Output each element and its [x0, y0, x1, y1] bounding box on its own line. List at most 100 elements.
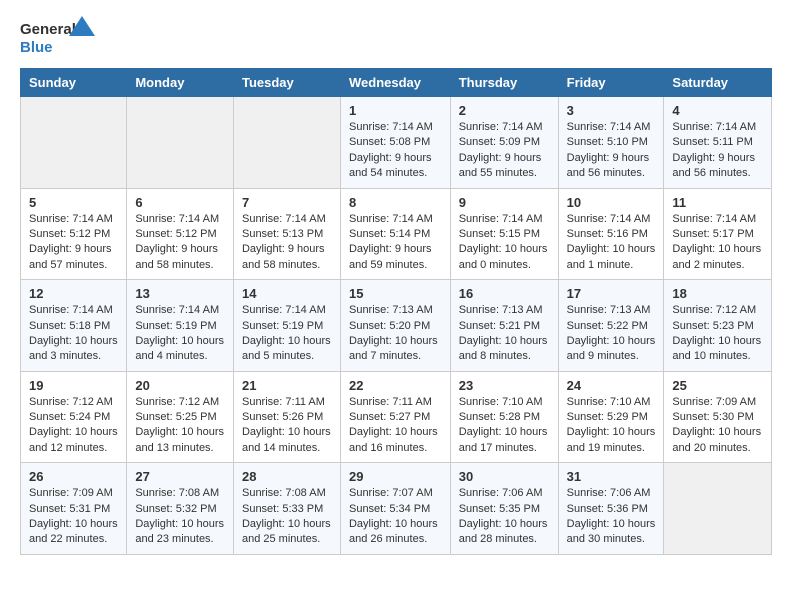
- day-cell: 31 Sunrise: 7:06 AMSunset: 5:36 PMDayligh…: [558, 463, 664, 555]
- day-info: Sunrise: 7:07 AMSunset: 5:34 PMDaylight:…: [349, 486, 442, 548]
- col-header-sunday: Sunday: [21, 69, 127, 97]
- day-number: 30: [459, 469, 550, 484]
- day-number: 16: [459, 286, 550, 301]
- day-info: Sunrise: 7:14 AMSunset: 5:18 PMDaylight:…: [29, 303, 118, 365]
- day-number: 13: [135, 286, 225, 301]
- day-cell: 25 Sunrise: 7:09 AMSunset: 5:30 PMDayligh…: [664, 371, 772, 463]
- day-number: 28: [242, 469, 332, 484]
- week-row-3: 12 Sunrise: 7:14 AMSunset: 5:18 PMDayligh…: [21, 280, 772, 372]
- svg-text:General: General: [20, 21, 76, 38]
- day-number: 9: [459, 195, 550, 210]
- day-number: 2: [459, 103, 550, 118]
- day-number: 22: [349, 378, 442, 393]
- day-cell: 11 Sunrise: 7:14 AMSunset: 5:17 PMDayligh…: [664, 188, 772, 280]
- col-header-monday: Monday: [127, 69, 234, 97]
- day-info: Sunrise: 7:14 AMSunset: 5:19 PMDaylight:…: [135, 303, 225, 365]
- day-info: Sunrise: 7:11 AMSunset: 5:27 PMDaylight:…: [349, 395, 442, 457]
- day-cell: 4 Sunrise: 7:14 AMSunset: 5:11 PMDaylight…: [664, 97, 772, 189]
- week-row-4: 19 Sunrise: 7:12 AMSunset: 5:24 PMDayligh…: [21, 371, 772, 463]
- day-info: Sunrise: 7:10 AMSunset: 5:29 PMDaylight:…: [567, 395, 656, 457]
- day-info: Sunrise: 7:14 AMSunset: 5:12 PMDaylight:…: [135, 212, 225, 274]
- day-info: Sunrise: 7:09 AMSunset: 5:30 PMDaylight:…: [672, 395, 763, 457]
- day-cell: 19 Sunrise: 7:12 AMSunset: 5:24 PMDayligh…: [21, 371, 127, 463]
- day-number: 29: [349, 469, 442, 484]
- day-info: Sunrise: 7:14 AMSunset: 5:19 PMDaylight:…: [242, 303, 332, 365]
- day-info: Sunrise: 7:08 AMSunset: 5:33 PMDaylight:…: [242, 486, 332, 548]
- week-row-1: 1 Sunrise: 7:14 AMSunset: 5:08 PMDaylight…: [21, 97, 772, 189]
- day-number: 4: [672, 103, 763, 118]
- day-number: 10: [567, 195, 656, 210]
- day-number: 8: [349, 195, 442, 210]
- day-cell: 15 Sunrise: 7:13 AMSunset: 5:20 PMDayligh…: [340, 280, 450, 372]
- day-number: 20: [135, 378, 225, 393]
- day-info: Sunrise: 7:12 AMSunset: 5:23 PMDaylight:…: [672, 303, 763, 365]
- day-info: Sunrise: 7:14 AMSunset: 5:17 PMDaylight:…: [672, 212, 763, 274]
- day-cell: 13 Sunrise: 7:14 AMSunset: 5:19 PMDayligh…: [127, 280, 234, 372]
- day-cell: 17 Sunrise: 7:13 AMSunset: 5:22 PMDayligh…: [558, 280, 664, 372]
- day-info: Sunrise: 7:06 AMSunset: 5:36 PMDaylight:…: [567, 486, 656, 548]
- day-info: Sunrise: 7:11 AMSunset: 5:26 PMDaylight:…: [242, 395, 332, 457]
- week-row-5: 26Sunrise: 7:09 AMSunset: 5:31 PMDayligh…: [21, 463, 772, 555]
- day-info: Sunrise: 7:08 AMSunset: 5:32 PMDaylight:…: [135, 486, 225, 548]
- day-number: 23: [459, 378, 550, 393]
- day-number: 24: [567, 378, 656, 393]
- day-info: Sunrise: 7:13 AMSunset: 5:22 PMDaylight:…: [567, 303, 656, 365]
- day-info: Sunrise: 7:14 AMSunset: 5:09 PMDaylight:…: [459, 120, 550, 182]
- day-number: 12: [29, 286, 118, 301]
- col-header-friday: Friday: [558, 69, 664, 97]
- day-cell: 23Sunrise: 7:10 AMSunset: 5:28 PMDayligh…: [450, 371, 558, 463]
- day-number: 1: [349, 103, 442, 118]
- day-cell: 6 Sunrise: 7:14 AMSunset: 5:12 PMDaylight…: [127, 188, 234, 280]
- day-cell: [664, 463, 772, 555]
- day-info: Sunrise: 7:13 AMSunset: 5:20 PMDaylight:…: [349, 303, 442, 365]
- day-cell: 10 Sunrise: 7:14 AMSunset: 5:16 PMDayligh…: [558, 188, 664, 280]
- day-number: 14: [242, 286, 332, 301]
- day-number: 25: [672, 378, 763, 393]
- day-cell: 7Sunrise: 7:14 AMSunset: 5:13 PMDaylight…: [233, 188, 340, 280]
- day-cell: 9 Sunrise: 7:14 AMSunset: 5:15 PMDaylight…: [450, 188, 558, 280]
- day-cell: 18Sunrise: 7:12 AMSunset: 5:23 PMDayligh…: [664, 280, 772, 372]
- day-cell: 26Sunrise: 7:09 AMSunset: 5:31 PMDayligh…: [21, 463, 127, 555]
- header-row: SundayMondayTuesdayWednesdayThursdayFrid…: [21, 69, 772, 97]
- day-number: 21: [242, 378, 332, 393]
- day-cell: 27 Sunrise: 7:08 AMSunset: 5:32 PMDayligh…: [127, 463, 234, 555]
- day-info: Sunrise: 7:14 AMSunset: 5:16 PMDaylight:…: [567, 212, 656, 274]
- day-info: Sunrise: 7:14 AMSunset: 5:11 PMDaylight:…: [672, 120, 763, 182]
- day-cell: [127, 97, 234, 189]
- day-number: 31: [567, 469, 656, 484]
- day-info: Sunrise: 7:14 AMSunset: 5:10 PMDaylight:…: [567, 120, 656, 182]
- day-cell: 16 Sunrise: 7:13 AMSunset: 5:21 PMDayligh…: [450, 280, 558, 372]
- day-number: 27: [135, 469, 225, 484]
- day-info: Sunrise: 7:14 AMSunset: 5:08 PMDaylight:…: [349, 120, 442, 182]
- day-info: Sunrise: 7:14 AMSunset: 5:14 PMDaylight:…: [349, 212, 442, 274]
- day-info: Sunrise: 7:13 AMSunset: 5:21 PMDaylight:…: [459, 303, 550, 365]
- day-info: Sunrise: 7:14 AMSunset: 5:15 PMDaylight:…: [459, 212, 550, 274]
- header: General Blue: [20, 16, 772, 60]
- col-header-saturday: Saturday: [664, 69, 772, 97]
- calendar-table: SundayMondayTuesdayWednesdayThursdayFrid…: [20, 68, 772, 555]
- day-cell: [21, 97, 127, 189]
- day-info: Sunrise: 7:12 AMSunset: 5:25 PMDaylight:…: [135, 395, 225, 457]
- day-number: 11: [672, 195, 763, 210]
- col-header-thursday: Thursday: [450, 69, 558, 97]
- day-cell: 24 Sunrise: 7:10 AMSunset: 5:29 PMDayligh…: [558, 371, 664, 463]
- col-header-tuesday: Tuesday: [233, 69, 340, 97]
- day-number: 17: [567, 286, 656, 301]
- day-cell: 8 Sunrise: 7:14 AMSunset: 5:14 PMDaylight…: [340, 188, 450, 280]
- day-info: Sunrise: 7:12 AMSunset: 5:24 PMDaylight:…: [29, 395, 118, 457]
- day-number: 19: [29, 378, 118, 393]
- day-cell: 12 Sunrise: 7:14 AMSunset: 5:18 PMDayligh…: [21, 280, 127, 372]
- day-number: 15: [349, 286, 442, 301]
- day-info: Sunrise: 7:14 AMSunset: 5:13 PMDaylight:…: [242, 212, 332, 274]
- day-info: Sunrise: 7:09 AMSunset: 5:31 PMDaylight:…: [29, 486, 118, 548]
- day-number: 6: [135, 195, 225, 210]
- day-cell: 3 Sunrise: 7:14 AMSunset: 5:10 PMDaylight…: [558, 97, 664, 189]
- day-cell: [233, 97, 340, 189]
- day-cell: 21 Sunrise: 7:11 AMSunset: 5:26 PMDayligh…: [233, 371, 340, 463]
- day-cell: 22 Sunrise: 7:11 AMSunset: 5:27 PMDayligh…: [340, 371, 450, 463]
- day-cell: 30Sunrise: 7:06 AMSunset: 5:35 PMDayligh…: [450, 463, 558, 555]
- day-number: 3: [567, 103, 656, 118]
- day-info: Sunrise: 7:14 AMSunset: 5:12 PMDaylight:…: [29, 212, 118, 274]
- col-header-wednesday: Wednesday: [340, 69, 450, 97]
- day-cell: 29 Sunrise: 7:07 AMSunset: 5:34 PMDayligh…: [340, 463, 450, 555]
